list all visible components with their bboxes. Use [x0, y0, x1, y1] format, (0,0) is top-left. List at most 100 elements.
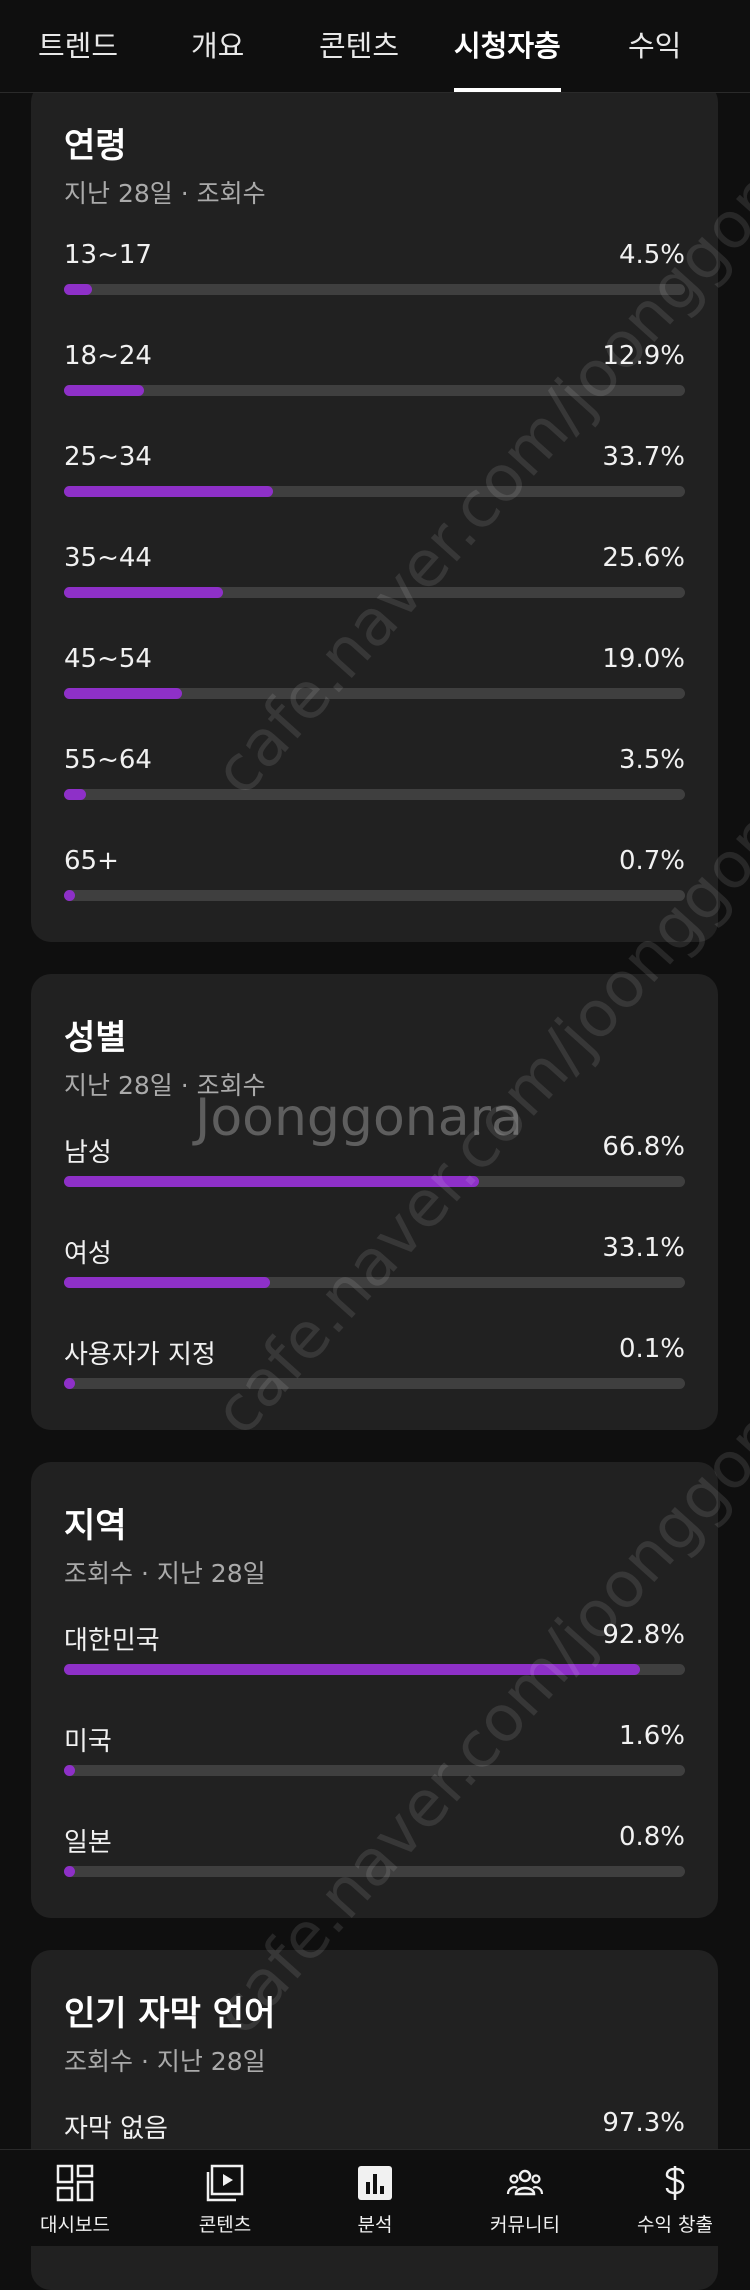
- bar-fill: [64, 1277, 270, 1288]
- row-value: 4.5%: [618, 240, 685, 270]
- tab-trends[interactable]: 트렌드: [38, 0, 118, 92]
- bar-track: [64, 1664, 685, 1675]
- row-value: 0.8%: [618, 1822, 685, 1852]
- row-label: 여성: [64, 1239, 112, 1269]
- bar-track: [64, 890, 685, 901]
- bar-track: [64, 1765, 685, 1776]
- row-label: 45~54: [64, 644, 152, 674]
- age-row-45-54: 45~54 19.0%: [64, 644, 685, 704]
- age-row-35-44: 35~44 25.6%: [64, 543, 685, 603]
- row-label: 35~44: [64, 543, 152, 573]
- card-title: 연령: [64, 126, 127, 166]
- tab-overview[interactable]: 개요: [191, 0, 244, 92]
- region-row-usa: 미국 1.6%: [64, 1721, 685, 1781]
- row-label: 55~64: [64, 745, 152, 775]
- bar-track: [64, 587, 685, 598]
- bar-track: [64, 284, 685, 295]
- bar-track: [64, 385, 685, 396]
- card-title: 지역: [64, 1506, 127, 1546]
- nav-dashboard[interactable]: 대시보드: [0, 2150, 150, 2246]
- bar-fill: [64, 688, 182, 699]
- row-value: 3.5%: [618, 745, 685, 775]
- row-label: 자막 없음: [64, 2114, 168, 2144]
- row-label: 사용자가 지정: [64, 1340, 216, 1370]
- bar-track: [64, 1277, 685, 1288]
- bar-fill: [64, 890, 75, 901]
- bottom-nav: 대시보드 콘텐츠 분석 커뮤니티 수익 창출: [0, 2149, 750, 2246]
- row-value: 66.8%: [602, 1132, 685, 1162]
- bar-fill: [64, 1765, 75, 1776]
- gender-row-female: 여성 33.1%: [64, 1233, 685, 1293]
- bar-fill: [64, 1378, 75, 1389]
- row-label: 13~17: [64, 240, 152, 270]
- bar-track: [64, 1176, 685, 1187]
- card-subtitle: 지난 28일 · 조회수: [64, 1071, 266, 1100]
- nav-content[interactable]: 콘텐츠: [150, 2150, 300, 2246]
- card-subtitle: 조회수 · 지난 28일: [64, 2047, 266, 2076]
- age-row-13-17: 13~17 4.5%: [64, 240, 685, 300]
- row-value: 97.3%: [602, 2108, 685, 2138]
- community-icon: [506, 2169, 544, 2196]
- row-value: 33.1%: [602, 1233, 685, 1263]
- card-subtitle: 지난 28일 · 조회수: [64, 179, 266, 208]
- row-value: 12.9%: [602, 341, 685, 371]
- bar-fill: [64, 587, 223, 598]
- top-tab-bar: 트렌드 개요 콘텐츠 시청자층 수익: [0, 0, 750, 93]
- region-row-korea: 대한민국 92.8%: [64, 1620, 685, 1680]
- gender-row-user-specified: 사용자가 지정 0.1%: [64, 1334, 685, 1394]
- row-label: 일본: [64, 1828, 112, 1858]
- bar-fill: [64, 284, 92, 295]
- bar-track: [64, 789, 685, 800]
- dashboard-icon: [56, 2164, 94, 2202]
- tab-audience[interactable]: 시청자층: [454, 0, 561, 92]
- age-row-55-64: 55~64 3.5%: [64, 745, 685, 805]
- card-subtitle: 조회수 · 지난 28일: [64, 1559, 266, 1588]
- nav-analytics[interactable]: 분석: [300, 2150, 450, 2246]
- bar-fill: [64, 385, 145, 396]
- tab-content[interactable]: 콘텐츠: [319, 0, 399, 92]
- card-title: 성별: [64, 1018, 127, 1058]
- nav-label: 수익 창출: [637, 2214, 713, 2236]
- row-value: 0.7%: [618, 846, 685, 876]
- region-row-japan: 일본 0.8%: [64, 1822, 685, 1882]
- gender-card: 성별 지난 28일 · 조회수 남성 66.8% 여성 33.1% 사용자가 지…: [31, 974, 718, 1430]
- age-row-25-34: 25~34 33.7%: [64, 442, 685, 502]
- bar-fill: [64, 1664, 641, 1675]
- row-label: 대한민국: [64, 1626, 160, 1656]
- row-value: 19.0%: [602, 644, 685, 674]
- bar-fill: [64, 1176, 479, 1187]
- row-value: 92.8%: [602, 1620, 685, 1650]
- nav-label: 분석: [357, 2214, 393, 2236]
- row-value: 25.6%: [602, 543, 685, 573]
- age-row-18-24: 18~24 12.9%: [64, 341, 685, 401]
- age-row-65-plus: 65+ 0.7%: [64, 846, 685, 906]
- bar-fill: [64, 1866, 75, 1877]
- gender-row-male: 남성 66.8%: [64, 1132, 685, 1192]
- tab-revenue[interactable]: 수익: [628, 0, 681, 92]
- analytics-icon: [358, 2166, 392, 2200]
- row-value: 0.1%: [618, 1334, 685, 1364]
- bar-track: [64, 1378, 685, 1389]
- bar-fill: [64, 789, 86, 800]
- row-label: 18~24: [64, 341, 152, 371]
- content-play-icon: [206, 2164, 244, 2202]
- bar-track: [64, 1866, 685, 1877]
- bar-track: [64, 486, 685, 497]
- nav-label: 커뮤니티: [490, 2214, 560, 2236]
- row-label: 미국: [64, 1727, 112, 1757]
- row-value: 1.6%: [618, 1721, 685, 1751]
- card-title: 인기 자막 언어: [64, 1994, 276, 2034]
- row-label: 25~34: [64, 442, 152, 472]
- nav-label: 대시보드: [40, 2214, 110, 2236]
- nav-label: 콘텐츠: [198, 2214, 252, 2236]
- bar-track: [64, 688, 685, 699]
- row-label: 65+: [64, 846, 119, 876]
- nav-community[interactable]: 커뮤니티: [450, 2150, 600, 2246]
- nav-monetization[interactable]: 수익 창출: [600, 2150, 750, 2246]
- row-label: 남성: [64, 1138, 112, 1168]
- bar-fill: [64, 486, 274, 497]
- age-card: 연령 지난 28일 · 조회수 13~17 4.5% 18~24 12.9% 2…: [31, 82, 718, 942]
- dollar-icon: [665, 2166, 685, 2200]
- region-card: 지역 조회수 · 지난 28일 대한민국 92.8% 미국 1.6% 일본 0.…: [31, 1462, 718, 1918]
- row-value: 33.7%: [602, 442, 685, 472]
